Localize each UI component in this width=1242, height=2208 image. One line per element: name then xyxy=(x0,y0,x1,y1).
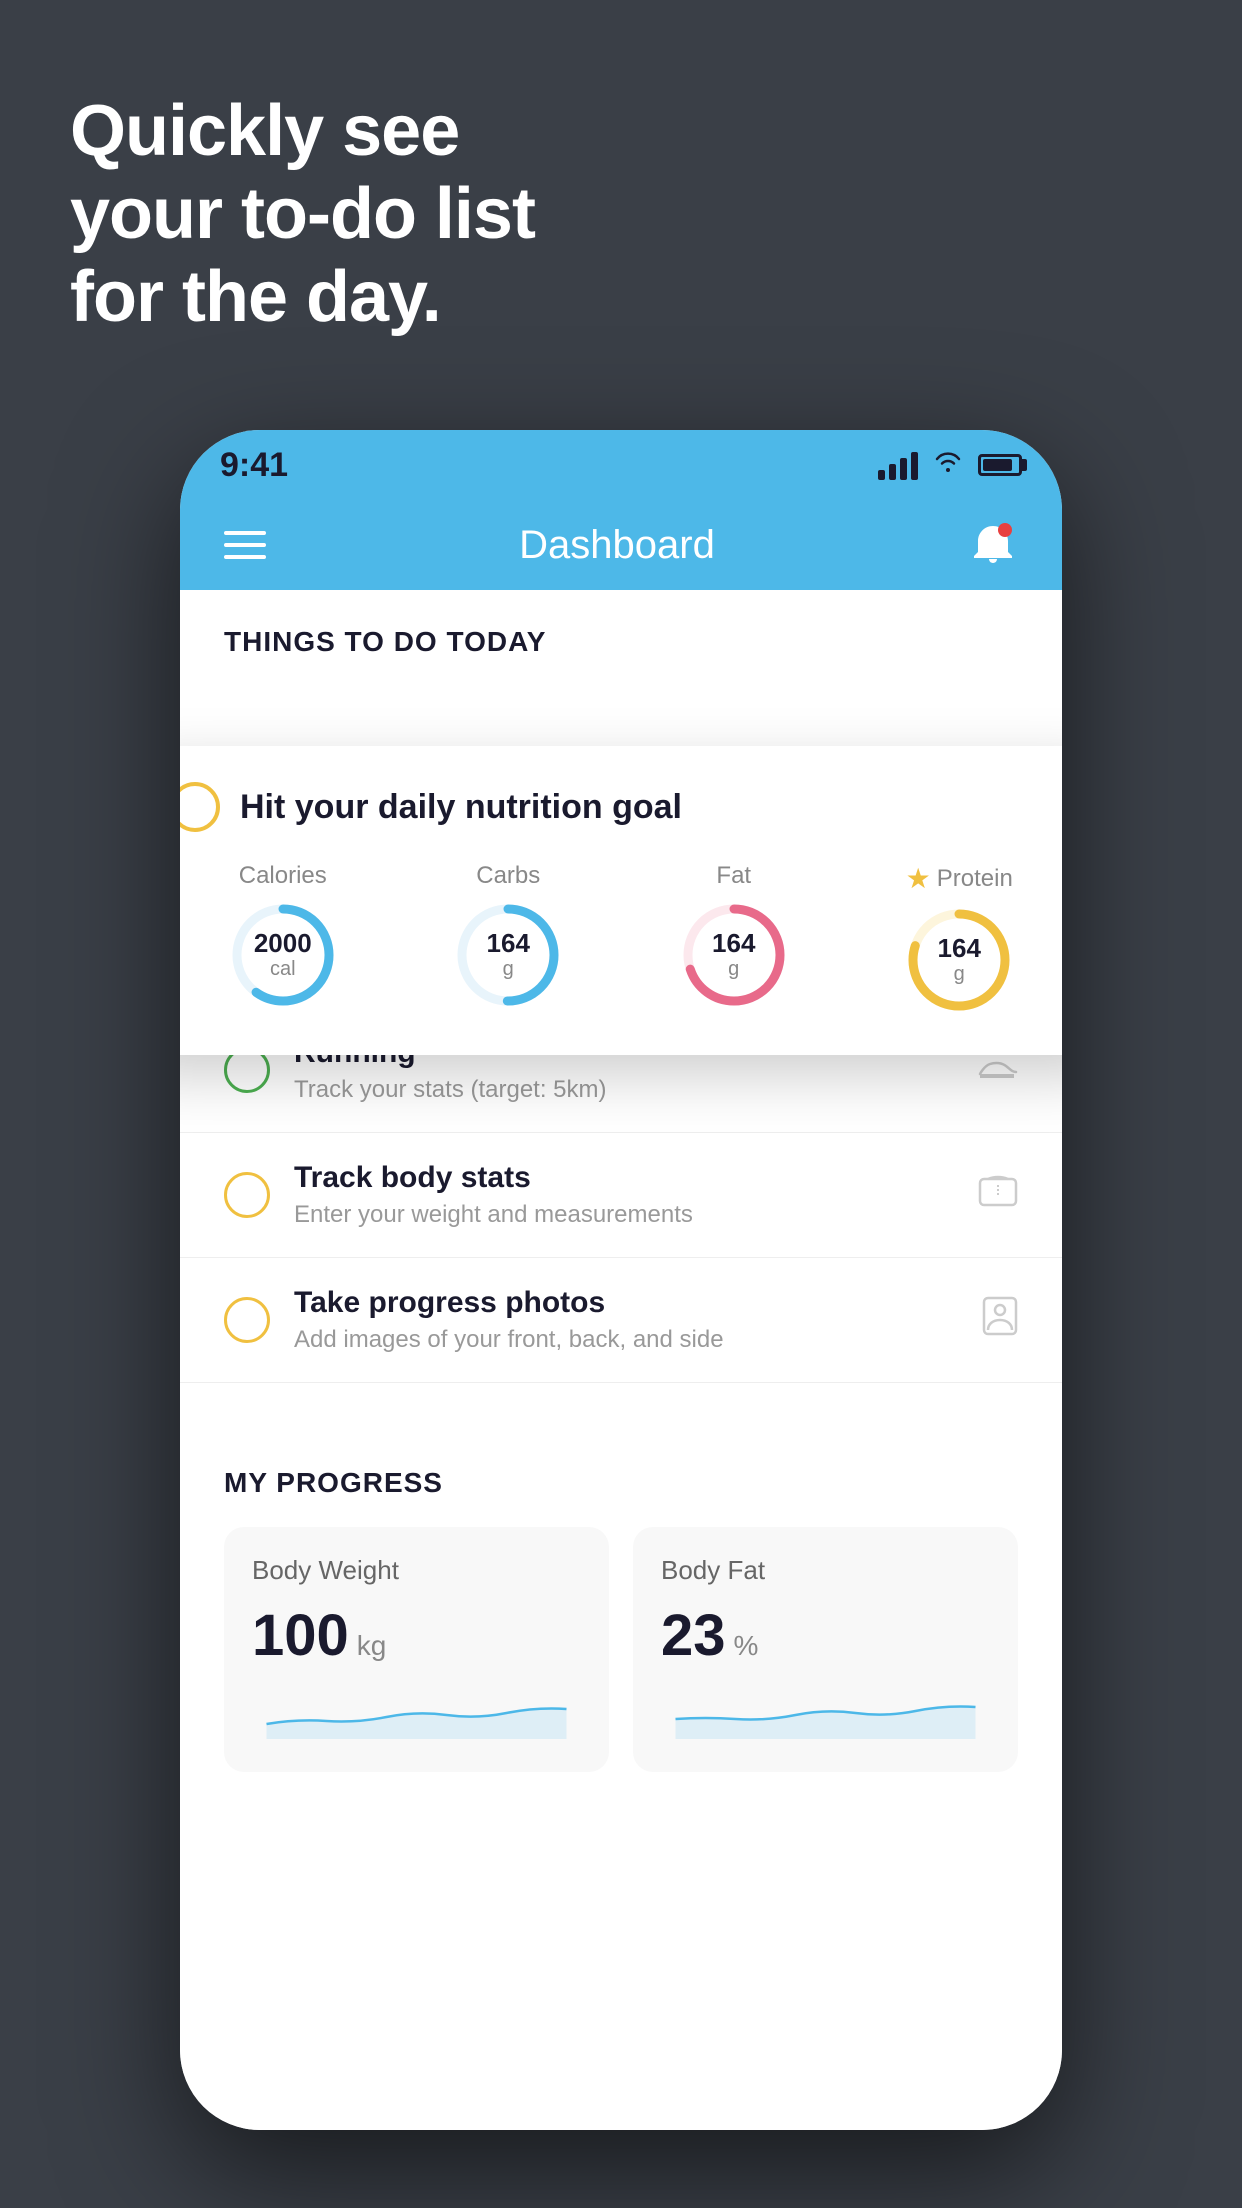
progress-cards: Body Weight 100 kg Body Fat xyxy=(224,1527,1018,1772)
protein-unit: g xyxy=(938,963,981,986)
bodystats-text: Track body stats Enter your weight and m… xyxy=(294,1161,978,1229)
status-icons xyxy=(878,450,1022,481)
body-fat-card[interactable]: Body Fat 23 % xyxy=(633,1527,1018,1772)
wifi-icon xyxy=(932,450,964,481)
nutrition-protein: ★ Protein 164 g xyxy=(904,862,1014,1015)
todo-list: Running Track your stats (target: 5km) xyxy=(180,1008,1062,1383)
nutrition-calories: Calories 2000 cal xyxy=(228,862,338,1010)
signal-icon xyxy=(878,450,918,480)
carbs-ring: 164 g xyxy=(453,900,563,1010)
body-weight-unit: kg xyxy=(357,1630,387,1662)
phone-mockup: 9:41 xyxy=(180,430,1062,2130)
shoe-icon xyxy=(978,1049,1018,1091)
nutrition-carbs: Carbs 164 g xyxy=(453,862,563,1010)
body-fat-chart xyxy=(661,1689,990,1739)
status-bar: 9:41 xyxy=(180,430,1062,500)
running-subtitle: Track your stats (target: 5km) xyxy=(294,1076,978,1104)
progress-section: MY PROGRESS Body Weight 100 kg xyxy=(180,1423,1062,1772)
nutrition-card: Hit your daily nutrition goal Calories xyxy=(180,746,1062,1055)
body-fat-title: Body Fat xyxy=(661,1555,990,1586)
things-header: THINGS TO DO TODAY xyxy=(180,590,1062,678)
body-weight-title: Body Weight xyxy=(252,1555,581,1586)
notification-bell-icon[interactable] xyxy=(968,520,1018,570)
bodystats-title: Track body stats xyxy=(294,1161,978,1195)
carbs-value: 164 xyxy=(487,929,530,958)
nav-bar: Dashboard xyxy=(180,500,1062,590)
calories-label: Calories xyxy=(239,862,327,890)
star-icon: ★ xyxy=(906,862,931,895)
body-weight-value-row: 100 kg xyxy=(252,1602,581,1669)
body-weight-value: 100 xyxy=(252,1602,349,1669)
bodystats-subtitle: Enter your weight and measurements xyxy=(294,1201,978,1229)
carbs-unit: g xyxy=(487,958,530,981)
body-fat-value-row: 23 % xyxy=(661,1602,990,1669)
photos-title: Take progress photos xyxy=(294,1286,982,1320)
body-fat-value: 23 xyxy=(661,1602,726,1669)
menu-button[interactable] xyxy=(224,531,266,559)
todo-progress-photos[interactable]: Take progress photos Add images of your … xyxy=(180,1258,1062,1383)
fat-unit: g xyxy=(712,958,755,981)
nutrition-fat: Fat 164 g xyxy=(679,862,789,1010)
phone-screen: 9:41 xyxy=(180,430,1062,2130)
photos-check-circle xyxy=(224,1297,270,1343)
scale-icon xyxy=(978,1173,1018,1218)
progress-header: MY PROGRESS xyxy=(224,1467,1018,1499)
hero-line2: your to-do list xyxy=(70,173,535,256)
photos-subtitle: Add images of your front, back, and side xyxy=(294,1326,982,1354)
protein-label: Protein xyxy=(937,865,1013,893)
calories-value: 2000 xyxy=(254,929,312,958)
person-icon xyxy=(982,1296,1018,1345)
carbs-label: Carbs xyxy=(476,862,540,890)
phone-content: THINGS TO DO TODAY Hit your daily nutrit… xyxy=(180,590,1062,2130)
nutrition-card-title: Hit your daily nutrition goal xyxy=(240,788,682,827)
hero-line3: for the day. xyxy=(70,256,535,339)
protein-ring: 164 g xyxy=(904,905,1014,1015)
todo-body-stats[interactable]: Track body stats Enter your weight and m… xyxy=(180,1133,1062,1258)
calories-unit: cal xyxy=(254,958,312,981)
status-time: 9:41 xyxy=(220,446,288,485)
protein-label-row: ★ Protein xyxy=(906,862,1013,895)
hero-line1: Quickly see xyxy=(70,90,535,173)
nutrition-check-circle xyxy=(180,782,220,832)
body-weight-chart xyxy=(252,1689,581,1739)
calories-ring: 2000 cal xyxy=(228,900,338,1010)
protein-value: 164 xyxy=(938,934,981,963)
fat-label: Fat xyxy=(716,862,751,890)
photos-text: Take progress photos Add images of your … xyxy=(294,1286,982,1354)
bodystats-check-circle xyxy=(224,1172,270,1218)
card-title-row: Hit your daily nutrition goal xyxy=(180,782,1062,832)
battery-icon xyxy=(978,454,1022,476)
body-weight-card[interactable]: Body Weight 100 kg xyxy=(224,1527,609,1772)
hero-text: Quickly see your to-do list for the day. xyxy=(70,90,535,338)
nutrition-grid: Calories 2000 cal xyxy=(180,862,1062,1015)
fat-value: 164 xyxy=(712,929,755,958)
body-fat-unit: % xyxy=(734,1630,759,1662)
nav-title: Dashboard xyxy=(519,523,715,568)
fat-ring: 164 g xyxy=(679,900,789,1010)
